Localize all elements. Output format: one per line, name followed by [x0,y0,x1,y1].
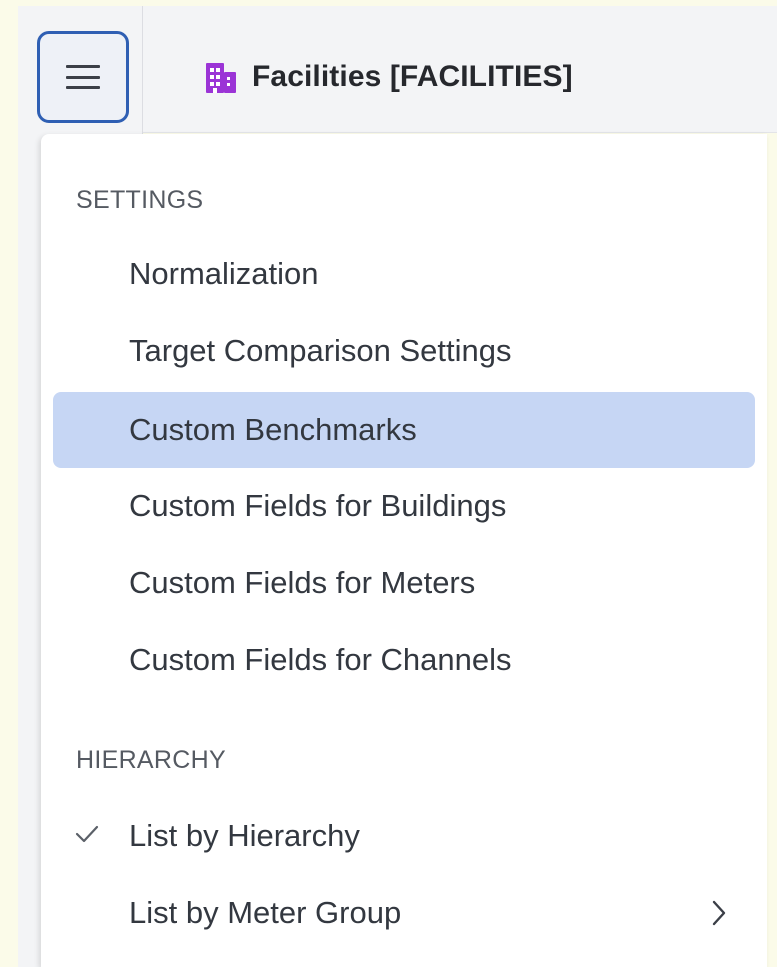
check-icon [75,825,99,843]
page-title-group: Facilities [FACILITIES] [204,55,573,99]
chevron-right-icon [712,900,726,926]
menu-item-label: Custom Fields for Meters [129,565,476,600]
menu-item-label: Custom Fields for Channels [129,642,512,677]
settings-dropdown-menu: SETTINGS Normalization Target Comparison… [41,134,767,967]
menu-item-custom-fields-channels[interactable]: Custom Fields for Channels [53,622,755,698]
menu-item-list-by-hierarchy[interactable]: List by Hierarchy [53,798,755,874]
page-title: Facilities [FACILITIES] [252,60,573,93]
menu-item-label: List by Meter Group [129,895,402,930]
section-header-hierarchy: HIERARCHY [76,746,226,774]
menu-item-label: Normalization [129,256,319,291]
menu-toggle-button[interactable] [37,31,129,123]
menu-item-label: Custom Fields for Buildings [129,488,507,523]
menu-item-list-by-meter-group[interactable]: List by Meter Group [53,875,755,951]
menu-item-custom-fields-buildings[interactable]: Custom Fields for Buildings [53,468,755,544]
menu-item-custom-fields-meters[interactable]: Custom Fields for Meters [53,545,755,621]
menu-item-target-comparison-settings[interactable]: Target Comparison Settings [53,313,755,389]
menu-item-label: List by Hierarchy [129,818,360,853]
section-header-settings: SETTINGS [76,186,204,214]
app-frame: Facilities [FACILITIES] SETTINGS Normali… [0,0,777,967]
hamburger-icon [66,65,100,89]
menu-item-label: Custom Benchmarks [129,412,417,447]
menu-item-normalization[interactable]: Normalization [53,236,755,312]
menu-item-label: Target Comparison Settings [129,333,512,368]
menu-item-custom-benchmarks[interactable]: Custom Benchmarks [53,392,755,468]
building-icon [206,63,236,93]
